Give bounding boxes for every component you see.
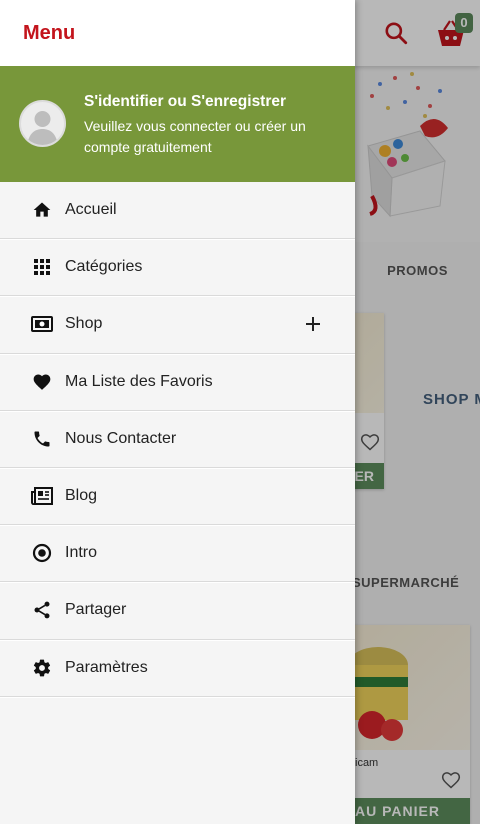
- menu-item-label: Nous Contacter: [65, 429, 177, 447]
- drawer-menu: Accueil Catégories Shop Ma Liste des Fav…: [0, 182, 355, 697]
- menu-item-label: Blog: [65, 487, 98, 505]
- heart-icon: [31, 371, 53, 393]
- drawer-title: Menu: [23, 21, 76, 44]
- login-headline: S'identifier ou S'enregistrer: [84, 93, 287, 110]
- menu-item-parametres[interactable]: Paramètres: [0, 640, 355, 697]
- newspaper-icon: [31, 485, 53, 507]
- menu-item-label: Partager: [65, 601, 127, 619]
- home-icon: [31, 199, 53, 221]
- menu-item-label: Shop: [65, 315, 103, 333]
- menu-item-shop[interactable]: Shop: [0, 296, 355, 354]
- share-icon: [31, 599, 53, 621]
- menu-item-categories[interactable]: Catégories: [0, 239, 355, 297]
- menu-item-label: Catégories: [65, 258, 143, 276]
- phone-icon: [31, 428, 53, 450]
- menu-item-label: Ma Liste des Favoris: [65, 372, 213, 390]
- login-subtext: Veuillez vous connecter ou créer un comp…: [84, 118, 306, 155]
- gear-icon: [31, 657, 53, 679]
- money-icon: [31, 313, 53, 335]
- menu-item-favoris[interactable]: Ma Liste des Favoris: [0, 354, 355, 411]
- drawer-header: Menu: [0, 0, 355, 66]
- menu-item-label: Intro: [65, 544, 98, 562]
- account-login-banner[interactable]: S'identifier ou S'enregistrer Veuillez v…: [0, 66, 355, 182]
- menu-item-contact[interactable]: Nous Contacter: [0, 411, 355, 468]
- menu-item-accueil[interactable]: Accueil: [0, 182, 355, 240]
- navigation-drawer: Menu S'identifier ou S'enregistrer Veuil…: [0, 0, 355, 824]
- menu-item-partager[interactable]: Partager: [0, 582, 355, 640]
- avatar: [19, 100, 66, 147]
- menu-item-label: Paramètres: [65, 658, 148, 676]
- menu-item-label: Accueil: [65, 201, 117, 219]
- intro-icon: [31, 542, 53, 564]
- grid-icon: [31, 256, 53, 278]
- expand-plus-icon[interactable]: [304, 315, 322, 333]
- menu-item-blog[interactable]: Blog: [0, 468, 355, 526]
- menu-item-intro[interactable]: Intro: [0, 525, 355, 583]
